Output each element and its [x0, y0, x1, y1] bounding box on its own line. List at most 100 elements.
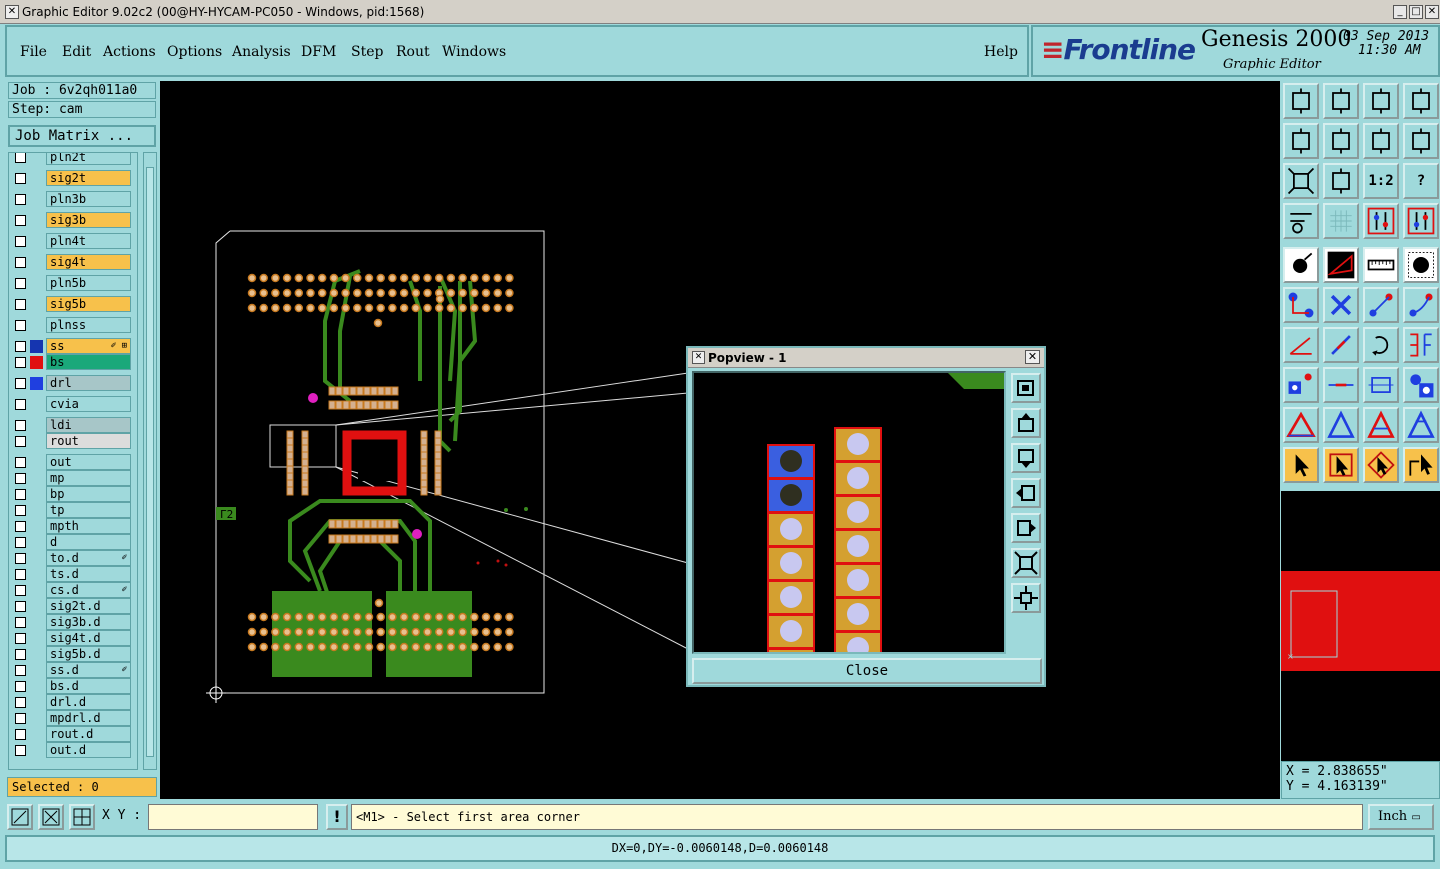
menu-file[interactable]: File [20, 44, 47, 60]
menu-windows[interactable]: Windows [442, 44, 506, 60]
layer-checkbox[interactable] [15, 569, 26, 580]
layer-row[interactable]: drl [9, 375, 137, 391]
settings-button[interactable] [1283, 203, 1319, 239]
layer-row[interactable]: mpth [9, 518, 137, 534]
layer-checkbox[interactable] [15, 633, 26, 644]
layer-row[interactable]: plnss [9, 317, 137, 333]
layer-checkbox[interactable] [15, 420, 26, 431]
split-view-button[interactable] [1403, 83, 1439, 119]
layer-row[interactable]: bs [9, 354, 137, 370]
angle-line-button[interactable] [1283, 327, 1319, 363]
mirror-button[interactable] [1403, 327, 1439, 363]
layer-list[interactable]: pln2t sig2t pln3b sig3b pln4t sig4t pln5b sig5b… [8, 152, 138, 770]
zoom-out-button[interactable] [1011, 548, 1041, 578]
layer-row[interactable]: tp [9, 502, 137, 518]
layer-name[interactable]: out.d [46, 742, 131, 758]
home-view-button[interactable] [1363, 83, 1399, 119]
popview-close-icon[interactable]: ✕ [1025, 350, 1040, 364]
zoom-area-button[interactable] [1323, 163, 1359, 199]
layer-row[interactable]: to.d ✐ [9, 550, 137, 566]
menu-analysis[interactable]: Analysis [232, 44, 291, 60]
help-button[interactable]: ? [1403, 163, 1439, 199]
layer-checkbox[interactable] [15, 697, 26, 708]
layer-checkbox[interactable] [15, 649, 26, 660]
layer-row[interactable]: ts.d [9, 566, 137, 582]
undo-view-button[interactable] [1363, 123, 1399, 159]
shapes-button[interactable] [1403, 367, 1439, 403]
layer-row[interactable]: rout [9, 433, 137, 449]
layer-checkbox[interactable] [15, 278, 26, 289]
layer-name[interactable]: sig5b [46, 296, 131, 312]
layer-name[interactable]: ldi [46, 417, 131, 433]
layer-name[interactable]: d [46, 534, 131, 550]
ruler-button[interactable] [1363, 247, 1399, 283]
select-rotate-button[interactable] [1363, 447, 1399, 483]
layer-name[interactable]: sig2t.d [46, 598, 131, 614]
layer-row[interactable]: pln3b [9, 191, 137, 207]
layer-name[interactable]: bp [46, 486, 131, 502]
connect-button[interactable] [1283, 287, 1319, 323]
layer-checkbox[interactable] [15, 299, 26, 310]
rotate-button[interactable] [1363, 327, 1399, 363]
layer-name[interactable]: pln5b [46, 275, 131, 291]
layer-checkbox[interactable] [15, 585, 26, 596]
layer-checkbox[interactable] [15, 521, 26, 532]
layer-name[interactable]: mpth [46, 518, 131, 534]
layer-row[interactable]: sig2t [9, 170, 137, 186]
layer-row[interactable]: d [9, 534, 137, 550]
triangle-move-button[interactable] [1403, 407, 1439, 443]
layer-name[interactable]: sig2t [46, 170, 131, 186]
add-pad-button[interactable] [1283, 247, 1319, 283]
layer-name[interactable]: sig3b.d [46, 614, 131, 630]
menu-dfm[interactable]: DFM [301, 44, 336, 60]
layer-name[interactable]: pln2t [46, 153, 131, 165]
layer-checkbox[interactable] [15, 665, 26, 676]
layer-row[interactable]: bs.d [9, 678, 137, 694]
layer-row[interactable]: drl.d [9, 694, 137, 710]
layer-checkbox[interactable] [15, 320, 26, 331]
snap-point-button[interactable] [1283, 367, 1319, 403]
snap-icon[interactable] [7, 804, 33, 830]
layer-name[interactable]: ss ✐ ⊞ [46, 338, 131, 354]
pan-left-button[interactable] [1011, 478, 1041, 508]
layer-row[interactable]: sig5b [9, 296, 137, 312]
minimize-button[interactable]: _ [1393, 5, 1407, 19]
overview-map[interactable]: × [1281, 491, 1440, 761]
layer-name[interactable]: out [46, 454, 131, 470]
triangle-edit-button[interactable] [1363, 407, 1399, 443]
layer-checkbox[interactable] [15, 436, 26, 447]
menu-options[interactable]: Options [167, 44, 222, 60]
layer-row[interactable]: pln5b [9, 275, 137, 291]
alert-button[interactable]: ! [326, 804, 348, 830]
pan-down-button[interactable] [1011, 443, 1041, 473]
open-step-button[interactable] [1283, 83, 1319, 119]
fit-all-button[interactable] [1283, 163, 1319, 199]
layer-checkbox[interactable] [15, 745, 26, 756]
layer-name[interactable]: ts.d [46, 566, 131, 582]
layer-name[interactable]: pln4t [46, 233, 131, 249]
layer-name[interactable]: pln3b [46, 191, 131, 207]
layer-row[interactable]: cs.d ✐ [9, 582, 137, 598]
layer-name[interactable]: ss.d ✐ [46, 662, 131, 678]
layer-name[interactable]: tp [46, 502, 131, 518]
triangle-up-button[interactable] [1323, 407, 1359, 443]
layer-row[interactable]: pln2t [9, 153, 137, 165]
menu-edit[interactable]: Edit [62, 44, 91, 60]
layer-checkbox[interactable] [15, 553, 26, 564]
layer-name[interactable]: sig4t [46, 254, 131, 270]
pan-left-tool-button[interactable] [1283, 123, 1319, 159]
layer-name[interactable]: bs.d [46, 678, 131, 694]
layer-checkbox[interactable] [15, 357, 26, 368]
menu-help[interactable]: Help [984, 44, 1018, 60]
layer-name[interactable]: to.d ✐ [46, 550, 131, 566]
zoom-fit-button[interactable] [1011, 373, 1041, 403]
layer-row[interactable]: sig3b [9, 212, 137, 228]
layer-checkbox[interactable] [15, 729, 26, 740]
layer-row[interactable]: rout.d [9, 726, 137, 742]
layer-row[interactable]: out [9, 454, 137, 470]
layer-name[interactable]: rout [46, 433, 131, 449]
layer-row[interactable]: ss ✐ ⊞ [9, 338, 137, 354]
layer-row[interactable]: sig5b.d [9, 646, 137, 662]
save-button[interactable] [1323, 83, 1359, 119]
layer-name[interactable]: cs.d ✐ [46, 582, 131, 598]
